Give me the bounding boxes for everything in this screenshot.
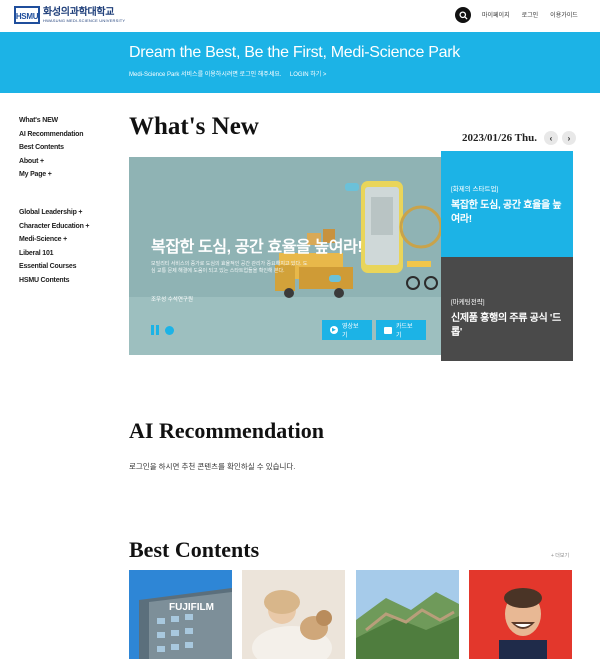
sidebar-item-essential-courses[interactable]: Essential Courses <box>19 260 89 274</box>
card-tag: [화제의 스타트업] <box>451 186 499 193</box>
logo-english-name: HWASUNG MEDI-SCIENCE UNIVERSITY <box>43 18 126 23</box>
sign-text: FUJIFILM <box>169 602 214 613</box>
pause-icon[interactable] <box>151 325 161 335</box>
card-title: 신제품 흥행의 주류 공식 '드롭' <box>451 313 561 338</box>
chevron-left-icon: ‹ <box>549 133 553 143</box>
best-content-thumbnail-4[interactable] <box>469 570 572 659</box>
logo-korean-name: 화성의과학대학교 <box>43 7 115 18</box>
slide-author: 조우성 수석연구원 <box>151 297 194 303</box>
sidebar-nav: What's NEW AI Recommendation Best Conten… <box>19 114 89 288</box>
sidebar-item-medi-science[interactable]: Medi-Science + <box>19 233 89 247</box>
prev-date-button[interactable]: ‹ <box>544 131 558 145</box>
watch-video-button[interactable]: ▶ 영상보기 <box>322 320 372 340</box>
slide-controls <box>151 325 174 335</box>
view-card-button[interactable]: 카드보기 <box>376 320 426 340</box>
search-icon <box>458 10 468 20</box>
ai-recommendation-heading: AI Recommendation <box>129 418 324 443</box>
guide-link[interactable]: 이용가이드 <box>550 10 578 19</box>
next-date-button[interactable]: › <box>562 131 576 145</box>
slide-title: 복잡한 도심, 공간 효율을 높여라! <box>151 239 363 256</box>
sidebar-item-about[interactable]: About + <box>19 155 89 169</box>
banner-title: Dream the Best, Be the First, Medi-Scien… <box>129 44 460 61</box>
date-navigator: 2023/01/26 Thu. ‹ › <box>462 131 576 145</box>
login-link[interactable]: 로그인 <box>522 10 539 19</box>
watch-video-label: 영상보기 <box>341 324 359 339</box>
best-content-thumbnail-2[interactable] <box>242 570 345 659</box>
top-links: 마이페이지 로그인 이용가이드 <box>482 10 578 19</box>
ai-recommendation-message: 로그인을 하시면 추천 콘텐츠를 확인하실 수 있습니다. <box>129 462 296 471</box>
sidebar-item-best-contents[interactable]: Best Contents <box>19 141 89 155</box>
sidebar-item-hsmu-contents[interactable]: HSMU Contents <box>19 274 89 288</box>
sidebar-item-character-education[interactable]: Character Education + <box>19 220 89 234</box>
sidebar-item-my-page[interactable]: My Page + <box>19 168 89 182</box>
news-card-marketing[interactable]: [마케팅전략] 신제품 흥행의 주류 공식 '드롭' <box>441 257 573 361</box>
slide-description: 모빌리티 서비스의 증가로 도심의 효율적인 공간 관리가 중요해지고 있다. … <box>151 261 308 274</box>
sidebar-item-global-leadership[interactable]: Global Leadership + <box>19 206 89 220</box>
card-tag: [마케팅전략] <box>451 299 485 306</box>
banner-login-prompt[interactable]: Medi-Science Park 서비스를 이용하시려면 로그인 해주세요. … <box>129 69 326 78</box>
logo-text: 화성의과학대학교 HWASUNG MEDI-SCIENCE UNIVERSITY <box>43 7 125 23</box>
slide-indicator[interactable] <box>165 325 174 335</box>
featured-slide[interactable]: 복잡한 도심, 공간 효율을 높여라! 모빌리티 서비스의 증가로 도심의 효율… <box>129 157 441 355</box>
card-title: 복잡한 도심, 공간 효율을 높여라! <box>451 200 562 225</box>
chevron-right-icon: › <box>567 133 571 143</box>
woman-with-dog-image <box>242 570 345 659</box>
more-link[interactable]: + 더보기 <box>551 552 569 559</box>
logo-mark: HSMU <box>14 6 40 24</box>
sidebar-item-ai-recommendation[interactable]: AI Recommendation <box>19 128 89 142</box>
search-button[interactable] <box>455 7 471 23</box>
whats-new-heading: What's New <box>129 113 259 140</box>
card-icon <box>384 326 392 334</box>
great-wall-image <box>356 570 459 659</box>
sidebar-item-liberal-101[interactable]: Liberal 101 <box>19 247 89 261</box>
sidebar-group-courses: Global Leadership + Character Education … <box>19 206 89 288</box>
mypage-link[interactable]: 마이페이지 <box>482 10 510 19</box>
best-content-thumbnail-1[interactable]: FUJIFILM <box>129 570 232 659</box>
sidebar-item-whats-new[interactable]: What's NEW <box>19 114 89 128</box>
sidebar-group-main: What's NEW AI Recommendation Best Conten… <box>19 114 89 182</box>
smiling-man-image <box>469 570 572 659</box>
current-date: 2023/01/26 Thu. <box>462 132 537 144</box>
best-contents-heading: Best Contents <box>129 537 260 562</box>
play-icon: ▶ <box>330 326 338 334</box>
hero-banner: Dream the Best, Be the First, Medi-Scien… <box>0 32 600 93</box>
top-bar: HSMU 화성의과학대학교 HWASUNG MEDI-SCIENCE UNIVE… <box>0 0 600 32</box>
best-content-thumbnail-3[interactable] <box>356 570 459 659</box>
news-card-startup[interactable]: [화제의 스타트업] 복잡한 도심, 공간 효율을 높여라! <box>441 151 573 257</box>
view-card-label: 카드보기 <box>395 324 413 339</box>
university-logo[interactable]: HSMU 화성의과학대학교 HWASUNG MEDI-SCIENCE UNIVE… <box>14 6 125 24</box>
building-image: FUJIFILM <box>129 570 232 659</box>
